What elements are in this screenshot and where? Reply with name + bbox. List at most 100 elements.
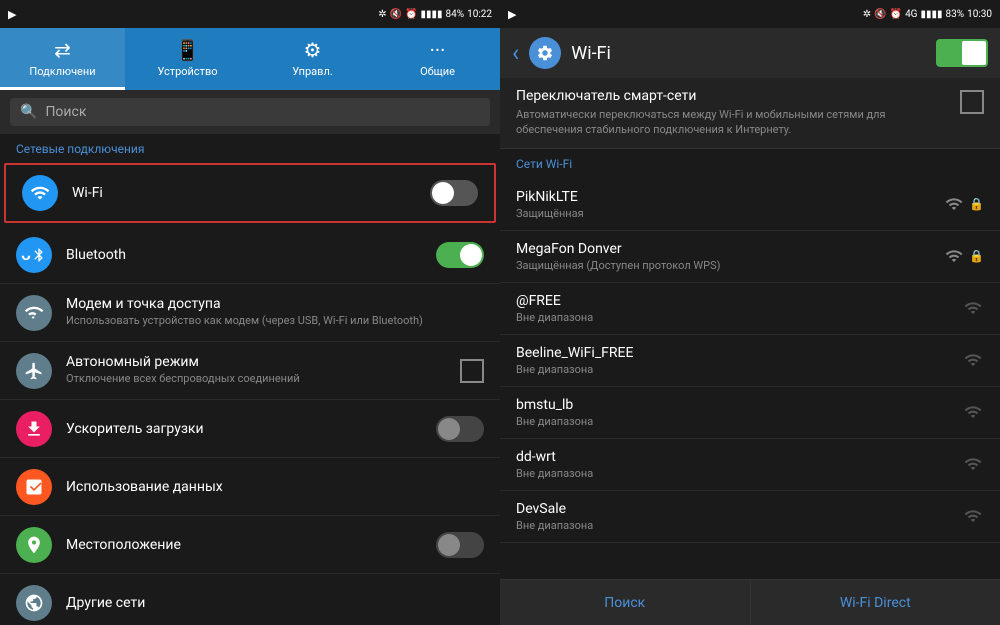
back-button[interactable]: ‹: [512, 39, 519, 67]
wifi-bmstu-text: bmstu_lb Вне диапазона: [516, 397, 962, 428]
search-icon: 🔍: [20, 104, 37, 120]
other-item-text: Другие сети: [66, 595, 484, 611]
status-bar-left: ▶ ✲ 🔇 ⏰ ▮▮▮▮ 84% 10:22: [0, 0, 500, 28]
wifi-megafon-signal: 🔒: [943, 247, 984, 265]
bluetooth-item-text: Bluetooth: [66, 247, 436, 263]
bluetooth-icon: ᴗ: [16, 237, 52, 273]
wifi-direct-button[interactable]: Wi-Fi Direct: [751, 580, 1000, 625]
wifi-bmstu-name: bmstu_lb: [516, 397, 962, 413]
modem-title: Модем и точка доступа: [66, 296, 484, 312]
settings-item-wifi[interactable]: Wi-Fi: [4, 163, 496, 223]
modem-icon: [16, 295, 52, 331]
airplane-icon: [16, 353, 52, 389]
settings-item-data[interactable]: Использование данных: [0, 458, 500, 516]
wifi-free-name: @FREE: [516, 293, 962, 309]
wifi-list: PikNikLTE Защищённая 🔒 MegaFon Donver За…: [500, 179, 1000, 579]
search-input[interactable]: 🔍 Поиск: [10, 98, 490, 126]
wifi-section-header: Сети Wi-Fi: [500, 149, 1000, 179]
airplane-subtitle: Отключение всех беспроводных соединений: [66, 372, 460, 386]
search-bar: 🔍 Поиск: [0, 90, 500, 134]
left-panel: ▶ ✲ 🔇 ⏰ ▮▮▮▮ 84% 10:22 ⇄ Подключени 📱 Ус…: [0, 0, 500, 625]
wifi-devsale-status: Вне диапазона: [516, 519, 962, 532]
right-play-icon: ▶: [508, 8, 516, 21]
wifi-network-devsale[interactable]: DevSale Вне диапазона: [500, 491, 1000, 543]
tab-controls-label: Управл.: [292, 65, 332, 78]
wifi-pikniklte-status: Защищённая: [516, 207, 943, 220]
tab-general-label: Общие: [420, 65, 455, 78]
bluetooth-toggle[interactable]: [436, 242, 484, 268]
wifi-beeline-status: Вне диапазона: [516, 363, 962, 376]
tab-general[interactable]: ··· Общие: [375, 28, 500, 90]
right-volume-icon: 🔇: [874, 9, 886, 20]
volume-icon: 🔇: [390, 9, 402, 20]
wifi-toggle-knob: [962, 41, 986, 65]
wifi-free-text: @FREE Вне диапазона: [516, 293, 962, 324]
smart-switch-section: Переключатель смарт-сети Автоматически п…: [500, 78, 1000, 149]
wifi-network-megafon[interactable]: MegaFon Donver Защищённая (Доступен прот…: [500, 231, 1000, 283]
signal-icon: ▮▮▮▮: [421, 9, 443, 20]
status-left-icons: ▶: [8, 8, 16, 21]
play-icon: ▶: [8, 8, 16, 21]
wifi-master-toggle[interactable]: [936, 39, 988, 67]
wifi-devsale-name: DevSale: [516, 501, 962, 517]
toggle-knob-speed: [438, 418, 460, 440]
wifi-network-ddwrt[interactable]: dd-wrt Вне диапазона: [500, 439, 1000, 491]
wifi-megafon-text: MegaFon Donver Защищённая (Доступен прот…: [516, 241, 943, 272]
settings-item-airplane[interactable]: Автономный режим Отключение всех беспров…: [0, 342, 500, 400]
airplane-title: Автономный режим: [66, 354, 460, 370]
settings-item-other[interactable]: Другие сети: [0, 574, 500, 625]
controls-icon: ⚙: [304, 38, 322, 62]
status-right-right-icons: ✲ 🔇 ⏰ 4G ▮▮▮▮ 83% 10:30: [863, 9, 992, 20]
location-toggle[interactable]: [436, 532, 484, 558]
airplane-checkbox[interactable]: [460, 359, 484, 383]
wifi-ddwrt-status: Вне диапазона: [516, 467, 962, 480]
wifi-network-free[interactable]: @FREE Вне диапазона: [500, 283, 1000, 335]
other-icon: [16, 585, 52, 621]
search-button[interactable]: Поиск: [500, 580, 751, 625]
smart-switch-checkbox[interactable]: [960, 90, 984, 114]
speed-toggle[interactable]: [436, 416, 484, 442]
tab-bar: ⇄ Подключени 📱 Устройство ⚙ Управл. ··· …: [0, 28, 500, 90]
speed-title: Ускоритель загрузки: [66, 421, 436, 437]
wifi-ddwrt-name: dd-wrt: [516, 449, 962, 465]
status-right-left-icons: ▶: [508, 8, 516, 21]
wifi-icon: [22, 175, 58, 211]
wifi-gear-icon: [529, 37, 561, 69]
wifi-pikniklte-name: PikNikLTE: [516, 189, 943, 205]
wifi-pikniklte-signal: 🔒: [943, 195, 984, 213]
smart-switch-description: Автоматически переключаться между Wi-Fi …: [516, 107, 950, 138]
wifi-devsale-signal: [962, 507, 984, 525]
settings-item-modem[interactable]: Модем и точка доступа Использовать устро…: [0, 284, 500, 342]
tab-device[interactable]: 📱 Устройство: [125, 28, 250, 90]
device-icon: 📱: [175, 38, 200, 62]
tab-device-label: Устройство: [157, 65, 217, 78]
wifi-toggle[interactable]: [430, 180, 478, 206]
alarm-icon: ⏰: [405, 9, 417, 20]
data-icon: [16, 469, 52, 505]
right-time: 10:30: [967, 9, 992, 20]
right-signal-icon: ▮▮▮▮: [921, 9, 943, 20]
settings-item-speed[interactable]: Ускоритель загрузки: [0, 400, 500, 458]
toggle-knob-loc: [438, 534, 460, 556]
toggle-knob: [432, 182, 454, 204]
wifi-network-beeline[interactable]: Beeline_WiFi_FREE Вне диапазона: [500, 335, 1000, 387]
wifi-network-pikniklte[interactable]: PikNikLTE Защищённая 🔒: [500, 179, 1000, 231]
speed-item-text: Ускоритель загрузки: [66, 421, 436, 437]
wifi-page-title: Wi-Fi: [571, 43, 926, 64]
wifi-network-bmstu[interactable]: bmstu_lb Вне диапазона: [500, 387, 1000, 439]
status-right-icons: ✲ 🔇 ⏰ ▮▮▮▮ 84% 10:22: [378, 9, 492, 20]
speed-icon: [16, 411, 52, 447]
settings-item-location[interactable]: Местоположение: [0, 516, 500, 574]
tab-connections[interactable]: ⇄ Подключени: [0, 28, 125, 90]
wifi-ddwrt-signal: [962, 455, 984, 473]
connections-icon: ⇄: [54, 38, 71, 62]
tab-controls[interactable]: ⚙ Управл.: [250, 28, 375, 90]
wifi-item-text: Wi-Fi: [72, 185, 430, 201]
smart-switch-title: Переключатель смарт-сети: [516, 88, 950, 104]
settings-item-bluetooth[interactable]: ᴗ Bluetooth: [0, 226, 500, 284]
wifi-pikniklte-text: PikNikLTE Защищённая: [516, 189, 943, 220]
location-item-text: Местоположение: [66, 537, 436, 553]
location-title: Местоположение: [66, 537, 436, 553]
wifi-header: ‹ Wi-Fi: [500, 28, 1000, 78]
right-network-icon: 4G: [905, 9, 917, 20]
